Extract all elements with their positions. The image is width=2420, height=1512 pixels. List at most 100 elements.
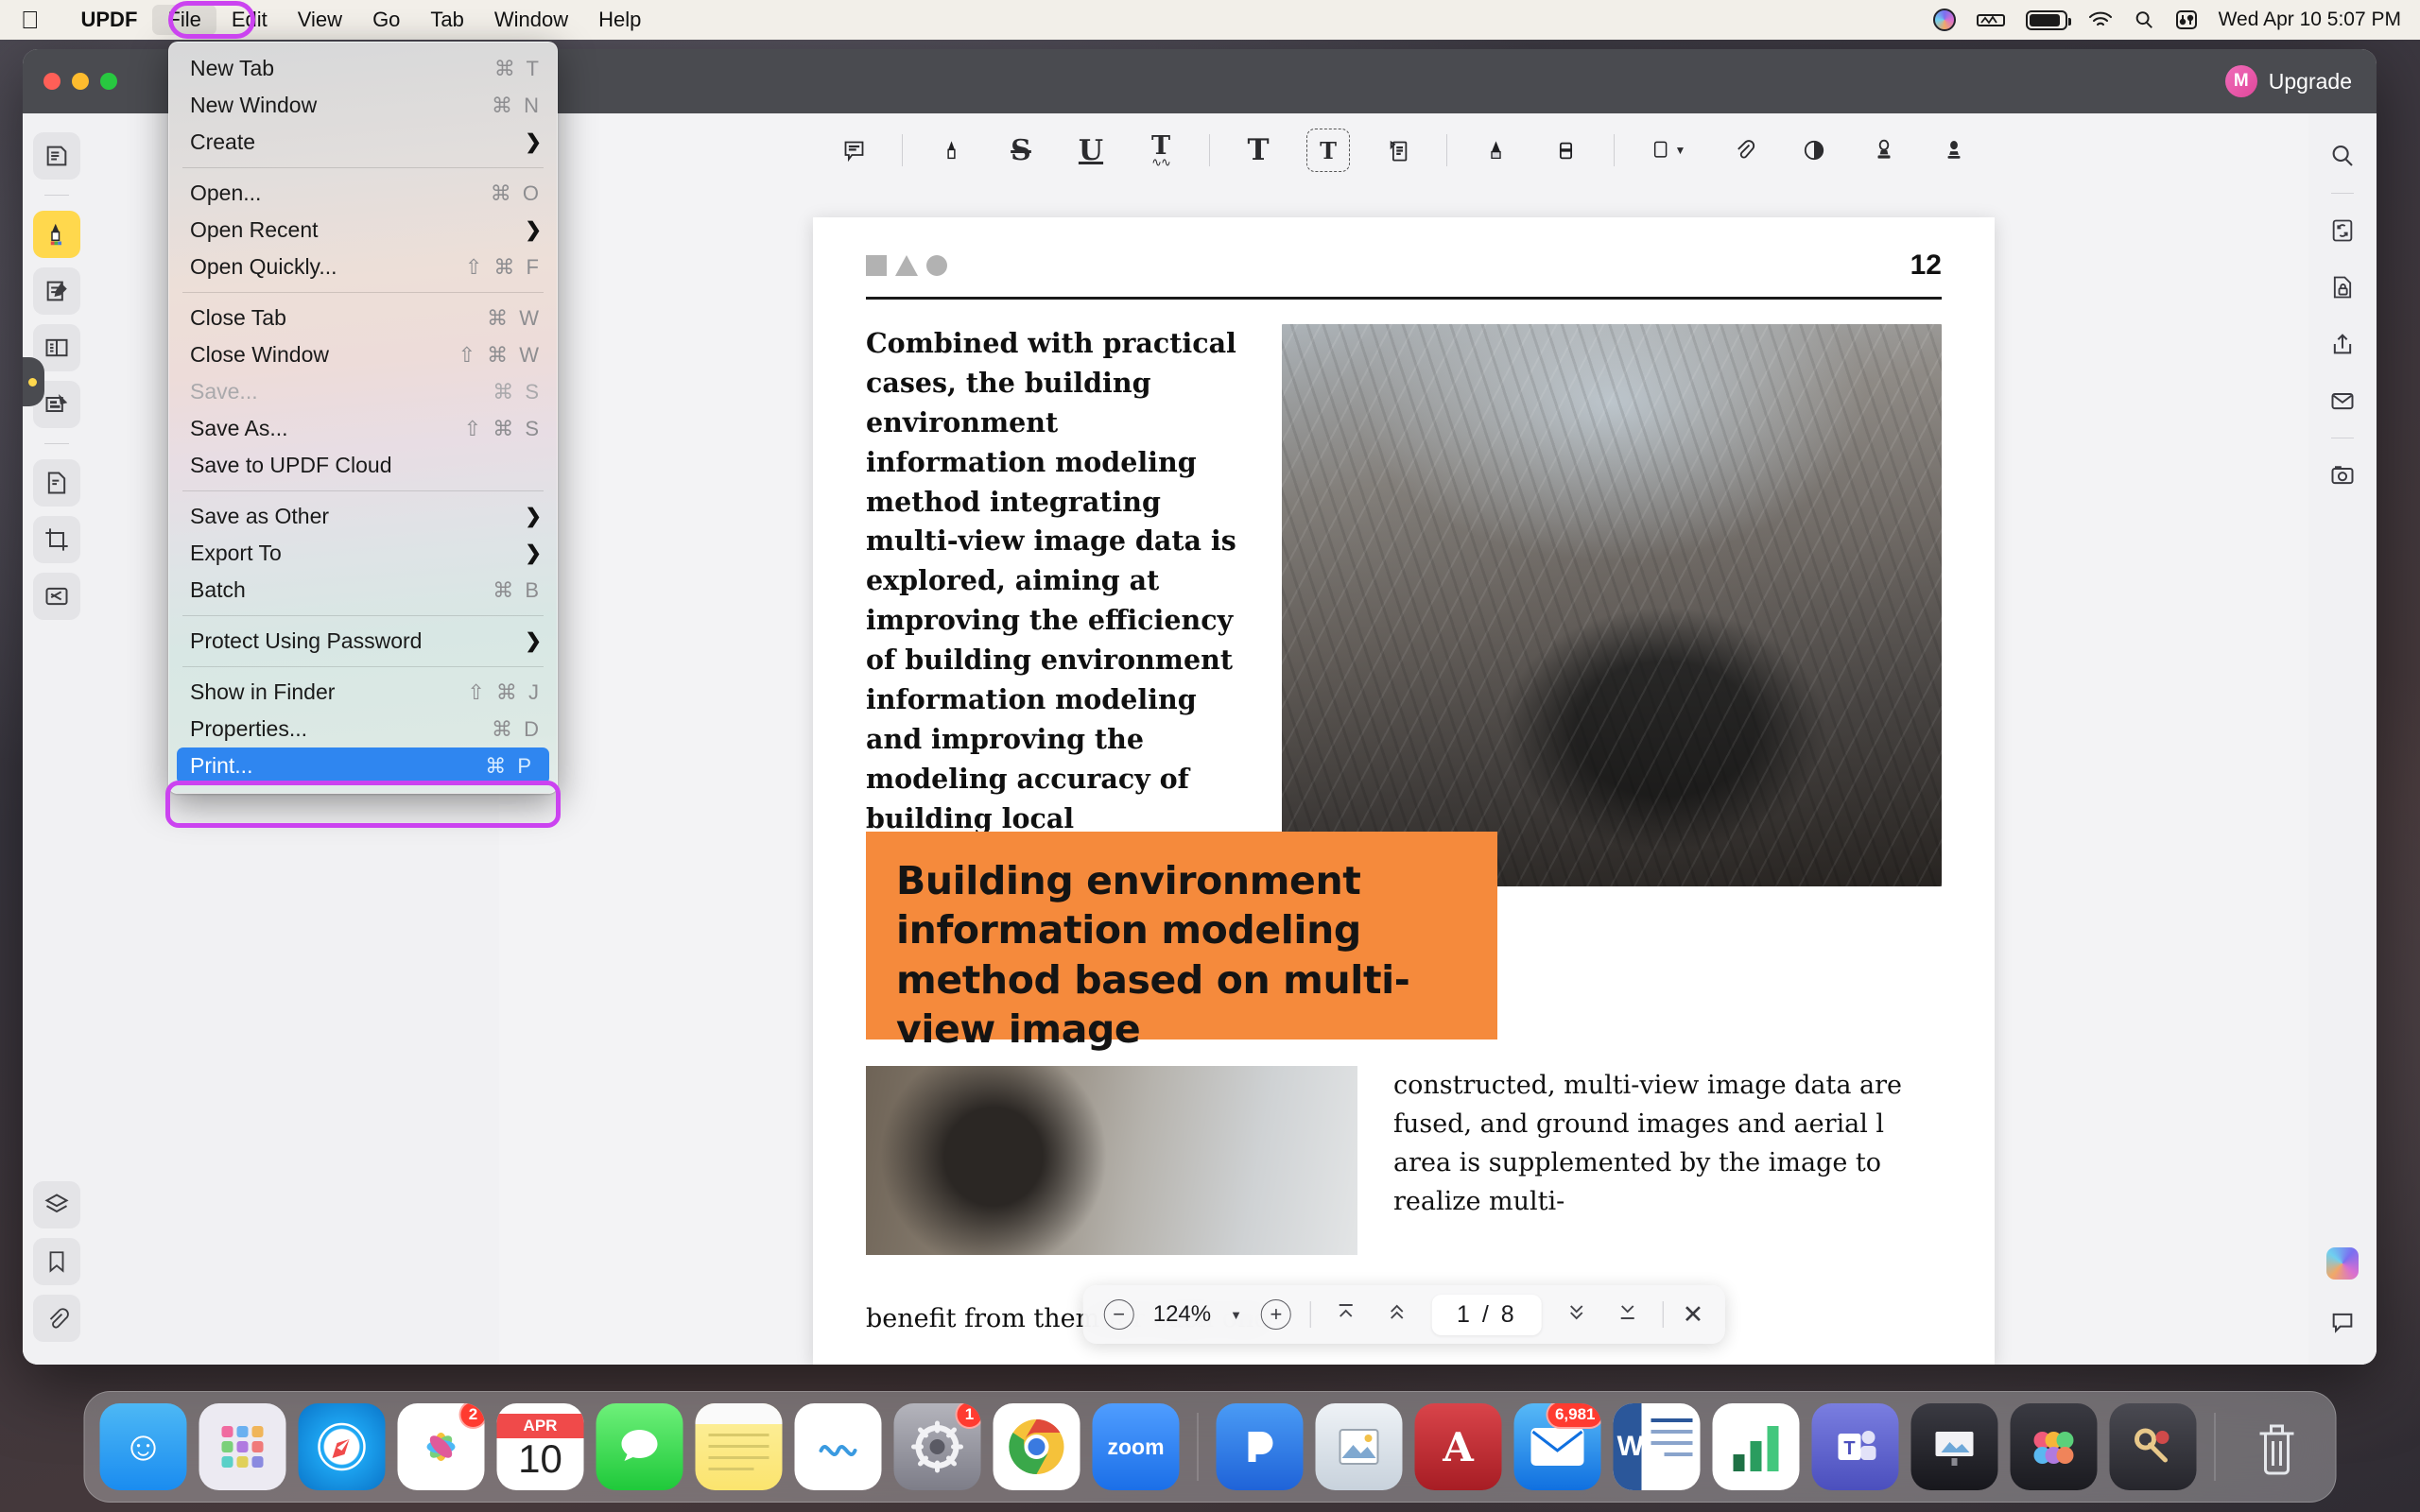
avatar[interactable]: M <box>2225 65 2257 97</box>
menu-item-close-window[interactable]: Close Window⇧ ⌘ W <box>169 336 557 373</box>
menu-updf[interactable]: UPDF <box>66 5 153 35</box>
squiggly-tool-button[interactable]: T ∿∿ <box>1139 129 1183 172</box>
dock-app-preview[interactable] <box>1316 1403 1403 1490</box>
sidebar-item-ocr[interactable] <box>33 573 80 620</box>
zoom-in-button[interactable]: + <box>1261 1299 1291 1330</box>
first-page-button[interactable] <box>1330 1301 1362 1329</box>
dock-app-mail[interactable]: 6,981 <box>1514 1403 1601 1490</box>
dock-app-teams[interactable]: T <box>1812 1403 1899 1490</box>
shape-fill-tool-button[interactable] <box>1792 129 1836 172</box>
pdf-page[interactable]: 12 Combined with practical cases, the bu… <box>813 217 1995 1365</box>
sidebar-item-reader[interactable] <box>33 132 80 180</box>
eraser-tool-button[interactable] <box>1544 129 1587 172</box>
menu-item-save-to-updf-cloud[interactable]: Save to UPDF Cloud <box>169 447 557 484</box>
dock-app-word[interactable]: W <box>1614 1403 1701 1490</box>
page-indicator[interactable]: 1 / 8 <box>1432 1295 1542 1335</box>
dock-app-excel[interactable] <box>1713 1403 1800 1490</box>
menu-item-open-quickly[interactable]: Open Quickly...⇧ ⌘ F <box>169 249 557 285</box>
strikethrough-tool-button[interactable]: S <box>999 129 1043 172</box>
attach-tool-button[interactable] <box>1722 129 1766 172</box>
upgrade-area[interactable]: M Upgrade <box>2225 65 2352 97</box>
apple-logo-icon[interactable]:  <box>21 8 40 32</box>
sidebar-item-layers[interactable] <box>33 1181 80 1228</box>
callout-tool-button[interactable] <box>1376 129 1420 172</box>
dock-app-keychain[interactable] <box>2110 1403 2197 1490</box>
note-annotation-button[interactable] <box>832 129 875 172</box>
sidebar-item-crop[interactable] <box>33 516 80 563</box>
next-page-button[interactable] <box>1561 1301 1593 1329</box>
dock-app-colors[interactable] <box>2011 1403 2098 1490</box>
dock-app-chrome[interactable] <box>994 1403 1080 1490</box>
menu-item-show-in-finder[interactable]: Show in Finder⇧ ⌘ J <box>169 674 557 711</box>
highlight-tool-button[interactable] <box>929 129 973 172</box>
dock-app-freeform[interactable] <box>795 1403 882 1490</box>
menu-item-protect-using-password[interactable]: Protect Using Password❯ <box>169 623 557 660</box>
control-center-icon[interactable] <box>2175 9 2198 30</box>
zoom-dropdown-caret-icon[interactable]: ▼ <box>1230 1308 1242 1322</box>
menu-item-new-window[interactable]: New Window⌘ N <box>169 87 557 124</box>
page-scroll-area[interactable]: 12 Combined with practical cases, the bu… <box>499 187 2308 1365</box>
menu-item-create[interactable]: Create❯ <box>169 124 557 161</box>
dock-app-keynote[interactable] <box>1911 1403 1998 1490</box>
signature-tool-button[interactable] <box>1932 129 1976 172</box>
dock-app-trash[interactable] <box>2234 1403 2321 1490</box>
menu-window[interactable]: Window <box>479 5 583 35</box>
menu-item-close-tab[interactable]: Close Tab⌘ W <box>169 300 557 336</box>
sidebar-item-attachment[interactable] <box>33 1295 80 1342</box>
close-navbar-button[interactable]: ✕ <box>1683 1300 1704 1330</box>
dock-app-safari[interactable] <box>299 1403 386 1490</box>
menu-item-export-to[interactable]: Export To❯ <box>169 535 557 572</box>
close-button[interactable] <box>43 73 60 90</box>
underline-tool-button[interactable]: U <box>1069 129 1113 172</box>
dock-app-updf[interactable] <box>1217 1403 1304 1490</box>
minimize-button[interactable] <box>72 73 89 90</box>
wifi-icon[interactable] <box>2088 10 2113 29</box>
search-icon[interactable] <box>2134 9 2154 30</box>
textbox-tool-button[interactable]: T <box>1306 129 1350 172</box>
prev-page-button[interactable] <box>1381 1301 1413 1329</box>
share-panel-button[interactable] <box>2321 322 2364 366</box>
battery-icon[interactable] <box>2026 10 2067 30</box>
menu-edit[interactable]: Edit <box>216 5 283 35</box>
protect-panel-button[interactable] <box>2321 266 2364 309</box>
stamp-tool-button[interactable] <box>1862 129 1906 172</box>
rail-collapse-handle[interactable] <box>23 357 44 406</box>
sidebar-item-bookmark[interactable] <box>33 1238 80 1285</box>
sidebar-item-convert[interactable] <box>33 459 80 507</box>
dock-app-finder[interactable]: ☺ <box>100 1403 187 1490</box>
menu-help[interactable]: Help <box>583 5 656 35</box>
zoom-out-button[interactable]: − <box>1104 1299 1134 1330</box>
dock-app-photos[interactable]: 2 <box>398 1403 485 1490</box>
menu-view[interactable]: View <box>283 5 357 35</box>
text-tool-button[interactable]: T <box>1236 129 1280 172</box>
menu-item-print[interactable]: Print...⌘ P <box>177 747 549 784</box>
menu-file[interactable]: File <box>152 5 216 35</box>
sidebar-item-annotate[interactable] <box>33 211 80 258</box>
last-page-button[interactable] <box>1612 1301 1644 1329</box>
dock-app-launchpad[interactable] <box>199 1403 286 1490</box>
dock-app-adobe-acrobat[interactable]: A <box>1415 1403 1502 1490</box>
dock-app-notes[interactable] <box>696 1403 783 1490</box>
menu-item-open-recent[interactable]: Open Recent❯ <box>169 212 557 249</box>
convert-panel-button[interactable] <box>2321 209 2364 252</box>
maximize-button[interactable] <box>100 73 117 90</box>
dock-app-zoom[interactable]: zoom <box>1093 1403 1180 1490</box>
upgrade-label[interactable]: Upgrade <box>2269 69 2352 94</box>
search-panel-button[interactable] <box>2321 134 2364 178</box>
email-panel-button[interactable] <box>2321 379 2364 422</box>
zoom-level-label[interactable]: 124% <box>1153 1301 1211 1328</box>
menu-go[interactable]: Go <box>357 5 415 35</box>
shape-tool-button[interactable]: ▼ <box>1641 129 1696 172</box>
wifi-menu-icon[interactable] <box>1977 10 2005 29</box>
pen-tool-button[interactable] <box>1474 129 1517 172</box>
chat-support-button[interactable] <box>2321 1300 2364 1344</box>
menu-item-save-as-other[interactable]: Save as Other❯ <box>169 498 557 535</box>
menu-item-new-tab[interactable]: New Tab⌘ T <box>169 50 557 87</box>
menu-tab[interactable]: Tab <box>415 5 478 35</box>
ai-assistant-button[interactable] <box>2326 1247 2359 1280</box>
menu-item-properties[interactable]: Properties...⌘ D <box>169 711 557 747</box>
siri-icon[interactable] <box>1933 9 1956 31</box>
dock-app-system-settings[interactable]: 1 <box>894 1403 981 1490</box>
dock-app-calendar[interactable]: APR 10 <box>497 1403 584 1490</box>
menu-item-open[interactable]: Open...⌘ O <box>169 175 557 212</box>
